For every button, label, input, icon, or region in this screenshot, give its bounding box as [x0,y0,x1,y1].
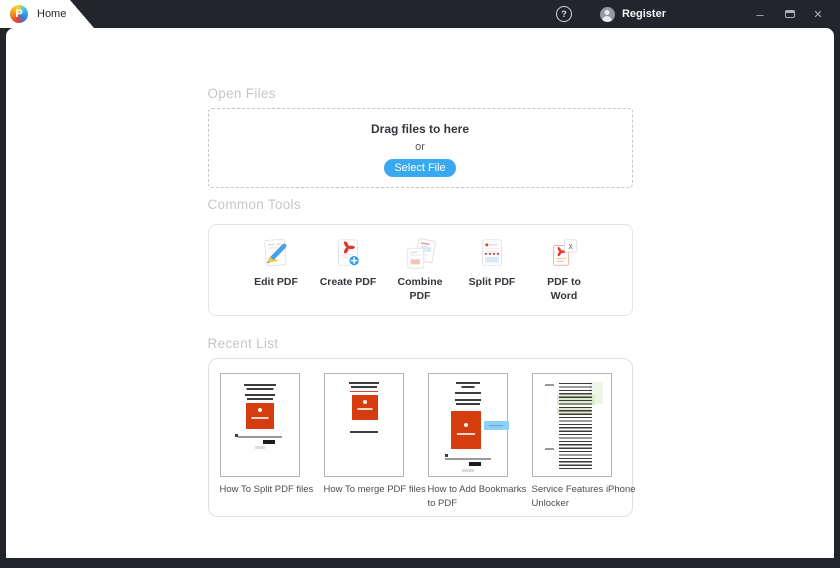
create-pdf-icon [338,239,361,267]
tool-create-pdf[interactable]: Create PDF [319,237,377,315]
combine-pdf-icon [407,238,436,269]
register-button[interactable]: Register [599,6,666,22]
recent-list-title: Recent List [207,336,279,351]
register-label: Register [621,8,666,20]
pdf-to-word-icon: x [553,239,578,266]
main-panel: Open Files Drag files to here or Select … [6,28,834,558]
open-files-title: Open Files [207,86,276,101]
recent-thumbnail-bookmarks-doc[interactable] [427,373,509,477]
tab-home[interactable]: P Home [0,0,94,28]
edit-pdf-icon [264,238,287,267]
user-avatar-icon [599,6,615,22]
recent-item[interactable]: How To Split PDF files [219,373,313,516]
recent-item-label: How To Split PDF files [219,484,314,495]
maximize-button[interactable] [776,0,804,28]
tool-label: Combine PDF [397,276,443,303]
tool-pdf-to-word[interactable]: x PDF to Word [535,237,593,315]
svg-text:x: x [568,241,573,251]
titlebar: P Home ? Register – ✕ [0,0,840,28]
tool-label: Edit PDF [254,276,298,288]
file-dropzone[interactable]: Drag files to here or Select File [207,108,633,188]
recent-item[interactable]: How To merge PDF files [323,373,426,516]
tool-combine-pdf[interactable]: Combine PDF [391,237,449,315]
maximize-icon [785,10,795,18]
recent-thumbnail-merge-doc[interactable] [323,373,404,477]
minimize-button[interactable]: – [746,0,774,28]
close-button[interactable]: ✕ [804,0,832,28]
tool-edit-pdf[interactable]: Edit PDF [247,237,305,315]
tool-label: Split PDF [468,276,516,288]
recent-thumbnail-split-doc[interactable] [219,373,300,477]
drag-files-text: Drag files to here [370,122,470,136]
recent-thumbnail-toc-doc[interactable] [531,373,612,477]
common-tools-title: Common Tools [207,197,301,212]
tool-label: PDF to Word [547,276,581,303]
recent-item-label: How to Add Bookmarks to PDF [427,484,527,510]
help-icon[interactable]: ? [555,6,572,22]
recent-item[interactable]: How to Add Bookmarks to PDF [427,373,526,516]
app-logo-icon: P [10,5,28,23]
tab-home-label: Home [37,8,67,20]
tool-label: Create PDF [319,276,377,288]
recent-item-label: Service Features iPhone Unlocker [531,484,636,510]
tool-split-pdf[interactable]: Split PDF [463,237,521,315]
recent-list-grid: How To Split PDF files How To merge PDF … [207,358,636,517]
recent-item[interactable]: Service Features iPhone Unlocker [531,373,636,516]
split-pdf-icon [482,239,502,266]
or-text: or [415,141,425,153]
common-tools-grid: Edit PDF Create PDF Combine PDF Split PD… [207,224,633,316]
select-file-button[interactable]: Select File [384,159,456,177]
recent-item-label: How To merge PDF files [323,484,426,495]
